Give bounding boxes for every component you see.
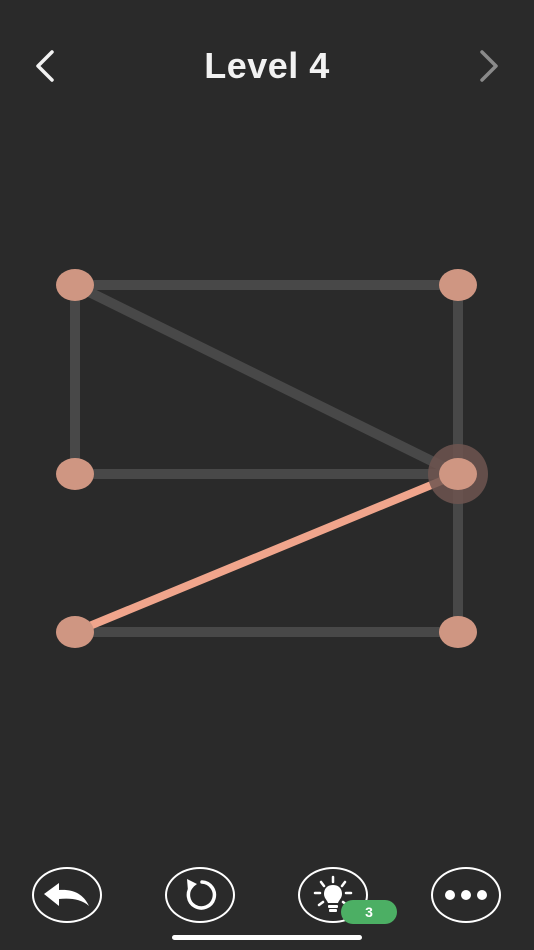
undo-arrow-icon (44, 883, 89, 906)
puzzle-board[interactable] (0, 0, 534, 800)
visited-edges-layer (71, 470, 462, 636)
node-E[interactable] (56, 616, 94, 648)
node-B[interactable] (439, 269, 477, 301)
visited-edge-E-D (71, 470, 462, 636)
restart-button[interactable] (165, 867, 235, 923)
node-A[interactable] (56, 269, 94, 301)
edges-layer (70, 280, 463, 637)
node-F[interactable] (439, 616, 477, 648)
restart-icon (186, 879, 217, 910)
hint-count-badge: 3 (341, 900, 397, 924)
more-dots-icon (445, 890, 487, 900)
undo-button[interactable] (32, 867, 102, 923)
more-button[interactable] (431, 867, 501, 923)
node-D[interactable] (439, 458, 477, 490)
toolbar (0, 858, 534, 938)
home-indicator (172, 935, 362, 940)
node-C[interactable] (56, 458, 94, 490)
edge-A-D (70, 280, 463, 479)
